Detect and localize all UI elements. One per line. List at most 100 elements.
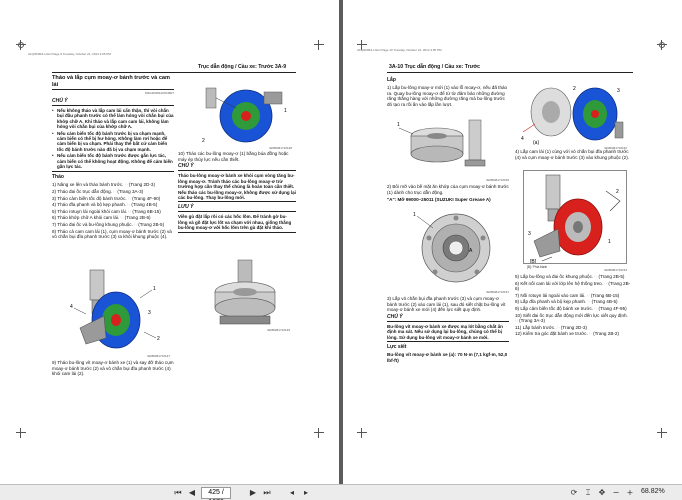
- svg-text:1: 1: [284, 108, 287, 114]
- page-number-input[interactable]: 425 / 1676: [201, 487, 231, 500]
- knuckle-assembly-figure: 1 2 4 3: [60, 268, 170, 354]
- install-heading: Lắp: [387, 77, 396, 83]
- svg-text:1: 1: [608, 239, 611, 245]
- step-item: 4) Tháo đĩa phanh và bộ kẹp phanh. ☞(Tra…: [52, 202, 158, 208]
- viewer-toolbar: ⏮ ◀ 425 / 1676 ▶ ⏭ ◂ ▸ ⟳ ⌶ ✥ − + 68.82%: [0, 484, 682, 500]
- step-item: 2) Bôi mỡ vào bề mặt ăn khớp của cụm moa…: [387, 184, 509, 195]
- figure-code: IE6BGB1710150: [486, 178, 509, 182]
- step-item: 7) Tháo đai ốc và bu-lông khung phuộc. ☞…: [52, 222, 165, 227]
- prev-page-icon[interactable]: ◀: [186, 487, 198, 499]
- svg-text:2: 2: [616, 189, 619, 195]
- svg-text:[B]: [B]: [530, 259, 537, 264]
- section-title: Tháo và lắp cụm moay-ơ bánh trước và cam…: [52, 75, 174, 91]
- first-page-icon[interactable]: ⏮: [172, 487, 184, 499]
- step-item: 12) Kiểm tra góc đặt bánh xe trước. ☞(Tr…: [515, 331, 619, 337]
- step-item: 9) Tháo bu-lông vít moay-ơ bánh xe (1) v…: [52, 360, 174, 377]
- note-heading: CHÚ Ý: [387, 314, 509, 322]
- right-page-steps: 5) Lắp bu-lông và đai ốc khung phuộc. ☞(…: [515, 274, 633, 338]
- note-heading: CHÚ Ý: [52, 98, 174, 106]
- right-page-column-1: Lắp 1) Lắp bu-lông moay-ơ mới (1) vào lỗ…: [387, 76, 509, 109]
- zoom-in-icon[interactable]: +: [624, 487, 636, 499]
- running-header: 3A-10 Trục dẫn động / Cầu xe: Trước: [389, 64, 481, 70]
- crop-mark-circle: [18, 42, 24, 48]
- file-stamp: A1Q0048r4-Lhtml Page 10 Tuesday, October…: [357, 48, 442, 52]
- grease-spec: "A": Mỡ 99000–25011 (SUZUKI Super Grease…: [387, 196, 491, 202]
- remove-heading: Tháo: [52, 174, 64, 181]
- crop-mark: [16, 428, 26, 438]
- pdf-page-right: A1Q0048r4-Lhtml Page 10 Tuesday, October…: [343, 0, 682, 484]
- crop-mark: [314, 40, 324, 50]
- forward-icon[interactable]: ▸: [300, 487, 312, 499]
- header-rule: [52, 72, 296, 73]
- note-item: Nếu cảm biến tốc độ bánh trước bị va chạ…: [52, 131, 174, 153]
- torque-heading: Lực siết: [387, 344, 407, 351]
- crop-mark: [314, 428, 324, 438]
- step-item: 5) Lắp bu-lông và đai ốc khung phuộc. ☞(…: [515, 274, 625, 279]
- section-code: S0IG2030S42X04807: [144, 91, 174, 96]
- figure-code: IE6BGB1710147: [147, 354, 170, 358]
- zoom-level[interactable]: 68.82%: [641, 488, 665, 495]
- step-item: 10) Siết đai ốc trục dẫn động mới đến lự…: [515, 312, 628, 324]
- note-heading: LƯU Ý: [178, 204, 296, 213]
- right-page-step4: 4) Lắp cam lái (1) cùng với vỏ chắn bụi …: [515, 149, 633, 162]
- step9-text: 9) Tháo bu-lông vít moay-ơ bánh xe (1) v…: [52, 360, 174, 378]
- caution-note: Tháo bu-lông moay-ơ bánh xe khỏi cụm vòn…: [178, 173, 296, 203]
- right-page-column-1b: 3) Lắp vỏ chắn bụi đĩa phanh trước (3) v…: [387, 296, 509, 365]
- pan-icon[interactable]: ✥: [596, 487, 608, 499]
- select-icon[interactable]: ⌶: [582, 487, 594, 499]
- rotate-icon[interactable]: ⟳: [568, 487, 580, 499]
- step-item: 11) Lắp bánh trước. ☞(Trang 2D-3): [515, 324, 587, 330]
- step-item: 6) Kết nối cam lái với lớp lên hệ thống …: [515, 280, 631, 292]
- pdf-page-left: A1Q0048r4-Lhtml Page 9 Tuesday, October …: [0, 0, 339, 484]
- torque-spec: Bu-lông vít moay-ơ bánh xe (a): 70 N·m (…: [387, 352, 508, 363]
- step-item: 8) Lắp đĩa phanh và bộ kẹp phanh. ☞(Tran…: [515, 299, 618, 305]
- file-stamp: A1Q0048r4-Lhtml Page 9 Tuesday, October …: [28, 52, 111, 56]
- caution-note: Bu-lông vít moay-ơ bánh xe được mạ lót b…: [387, 324, 509, 343]
- figure-legend: [B]: Phía bánh: [527, 265, 548, 269]
- step-item: 6) Tháo khớp chữ A khỏi cam lái. ☞(Trang…: [52, 215, 151, 221]
- hub-bolt-torque-figure: 4 (a) 2 3: [521, 82, 627, 146]
- step-item: 1) Lắp bu-lông moay-ơ mới (1) vào lỗ moa…: [387, 85, 508, 107]
- running-header: Trục dẫn động / Cầu xe: Trước 3A-9: [198, 64, 287, 70]
- note-item: Nếu không tháo và lắp cam lái cẩn thận, …: [52, 108, 174, 130]
- figure-code: IE6BGB1710151: [486, 290, 509, 294]
- svg-text:(a): (a): [533, 140, 539, 146]
- svg-text:3: 3: [148, 310, 151, 316]
- note-item: Nếu cảm biến tốc độ bánh trước được gắn …: [52, 153, 174, 169]
- knuckle-install-figure: 2 3 1 [B]: [523, 170, 627, 264]
- step-item: 3) Lắp vỏ chắn bụi đĩa phanh trước (3) v…: [387, 296, 506, 313]
- svg-text:3: 3: [528, 231, 531, 237]
- step-item: 5) Tháo rotuyn lái ngoài khỏi cam lái. ☞…: [52, 208, 161, 214]
- svg-text:4: 4: [521, 136, 524, 142]
- step-item: 7) Nối rotuyn lái ngoài vào cam lái. ☞(T…: [515, 292, 620, 298]
- next-page-icon[interactable]: ▶: [247, 487, 259, 499]
- svg-text:1: 1: [153, 286, 156, 292]
- zoom-out-icon[interactable]: −: [610, 487, 622, 499]
- svg-text:1: 1: [413, 212, 416, 218]
- left-page-column-1: Tháo và lắp cụm moay-ơ bánh trước và cam…: [52, 75, 174, 241]
- step-item: 9) Lắp cảm biến tốc độ bánh xe trước. ☞(…: [515, 305, 627, 311]
- hub-bolt-removal-figure: 2 1: [200, 82, 292, 146]
- crop-mark: [657, 428, 667, 438]
- step-item: 4) Lắp cam lái (1) cùng với vỏ chắn bụi …: [515, 149, 630, 160]
- step-item: 8) Tháo cả cam cam lái (1), cụm moay-ơ b…: [52, 228, 172, 240]
- header-rule: [387, 72, 633, 73]
- left-page-column-2: 10) Tháo các bu-lông moay-ơ (1) bằng búa…: [178, 151, 296, 236]
- step-item: 1) Nâng xe lên và tháo bánh trước. ☞(Tra…: [52, 182, 155, 188]
- svg-text:1: 1: [397, 122, 400, 128]
- note-heading: CHÚ Ý: [178, 163, 296, 172]
- back-icon[interactable]: ◂: [286, 487, 298, 499]
- remove-steps: 1) Nâng xe lên và tháo bánh trước. ☞(Tra…: [52, 182, 174, 239]
- last-page-icon[interactable]: ⏭: [261, 487, 273, 499]
- hub-press-figure: [200, 258, 290, 328]
- step-item: 10) Tháo các bu-lông moay-ơ (1) bằng búa…: [178, 151, 289, 162]
- step-item: 3) Tháo cảm biến tốc độ bánh trước. ☞(Tr…: [52, 195, 161, 201]
- figure-code: IE6BGB1710149: [267, 328, 290, 332]
- step-item: 2) Tháo đai ốc trục dẫn động. ☞(Trang 3A…: [52, 189, 144, 195]
- svg-text:2: 2: [202, 138, 205, 144]
- crop-mark: [357, 428, 367, 438]
- right-page-step2: 2) Bôi mỡ vào bề mặt ăn khớp của cụm moa…: [387, 184, 509, 204]
- svg-text:2: 2: [573, 86, 576, 92]
- svg-text:2: 2: [157, 336, 160, 342]
- hub-bolt-install-figure: 1: [397, 114, 497, 178]
